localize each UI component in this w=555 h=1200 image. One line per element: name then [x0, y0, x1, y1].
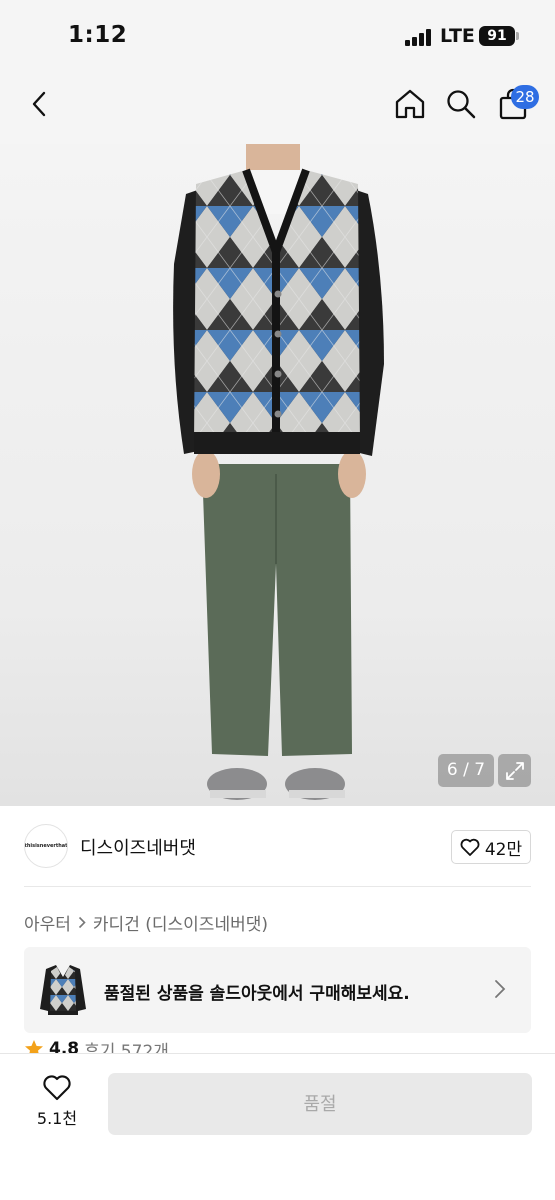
wishlist-button[interactable]: 5.1천 — [30, 1074, 84, 1134]
chevron-left-icon — [32, 91, 46, 117]
battery-tip — [516, 32, 519, 40]
search-icon — [447, 90, 476, 119]
breadcrumb: 아우터 카디건 (디스이즈네버댓) — [24, 910, 268, 935]
nav-bar — [0, 72, 555, 144]
status-time: 1:12 — [68, 22, 128, 48]
breadcrumb-subcategory[interactable]: 카디건 (디스이즈네버댓) — [93, 910, 268, 935]
heart-icon — [460, 838, 480, 856]
soldout-purchase-button[interactable]: 품절 — [108, 1073, 532, 1135]
divider — [24, 886, 531, 887]
network-label: LTE — [440, 25, 475, 47]
product-image[interactable] — [0, 144, 555, 806]
brand-row[interactable]: thisisneverthat 디스이즈네버댓 42만 — [0, 806, 555, 886]
brand-name[interactable]: 디스이즈네버댓 — [80, 834, 196, 860]
image-counter: 6 / 7 — [438, 754, 494, 787]
expand-image-button[interactable] — [498, 754, 531, 787]
chevron-right-icon — [78, 916, 86, 929]
chevron-right-icon — [495, 980, 506, 998]
product-photo — [173, 144, 384, 800]
back-button[interactable] — [20, 84, 60, 124]
home-icon — [395, 89, 425, 119]
brand-logo[interactable]: thisisneverthat — [24, 824, 68, 868]
status-bar: 1:12 LTE 91 — [0, 0, 555, 72]
heart-icon — [43, 1075, 71, 1101]
battery-icon: 91 — [479, 26, 515, 46]
brand-like-count: 42만 — [484, 839, 523, 860]
search-button[interactable] — [441, 84, 481, 124]
soldout-banner[interactable]: 품절된 상품을 솔드아웃에서 구매해보세요. — [24, 947, 531, 1033]
expand-icon — [505, 761, 524, 780]
signal-icon — [405, 28, 433, 46]
wishlist-count: 5.1천 — [36, 1109, 78, 1128]
brand-like-button[interactable]: 42만 — [451, 830, 531, 864]
bottom-action-bar: 5.1천 품절 — [0, 1053, 555, 1200]
soldout-banner-text: 품절된 상품을 솔드아웃에서 구매해보세요. — [104, 984, 410, 1004]
banner-product-thumbnail — [40, 965, 86, 1015]
home-button[interactable] — [390, 84, 430, 124]
cart-count-badge: 28 — [511, 85, 539, 109]
breadcrumb-category[interactable]: 아우터 — [24, 910, 71, 935]
